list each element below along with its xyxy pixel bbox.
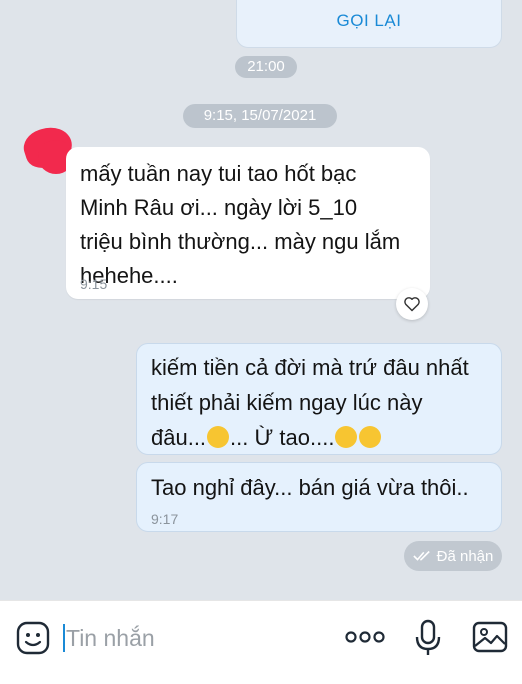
outgoing-message-text: kiếm tiền cả đời mà trứ đâu nhất thiết p…	[151, 350, 493, 455]
outgoing-message-text: Tao nghỉ đây... bán giá vừa thôi..	[151, 475, 469, 500]
outgoing-message-bubble[interactable]: Tao nghỉ đây... bán giá vừa thôi.. 9:17	[136, 462, 502, 532]
laughing-emoji-icon	[359, 426, 382, 448]
time-separator: 21:00	[235, 56, 297, 78]
image-icon[interactable]	[472, 621, 508, 653]
message-input-bar: Tin nhắn	[0, 600, 522, 684]
callback-card[interactable]: GỌI LẠI	[236, 0, 502, 48]
microphone-icon[interactable]	[414, 619, 442, 657]
date-separator: 9:15, 15/07/2021	[183, 104, 337, 128]
message-line: thiết phải kiếm ngay lúc này	[151, 390, 423, 415]
thinking-emoji-icon	[207, 426, 230, 448]
outgoing-message-bubble[interactable]: kiếm tiền cả đời mà trứ đâu nhất thiết p…	[136, 343, 502, 455]
react-button[interactable]	[396, 288, 428, 320]
input-placeholder: Tin nhắn	[66, 625, 155, 651]
heart-icon	[404, 297, 420, 312]
callback-button-label[interactable]: GỌI LẠI	[237, 11, 501, 31]
incoming-message-text: mấy tuần nay tui tao hốt bạc Minh Râu ơi…	[80, 157, 418, 293]
message-line: Minh Râu ơi... ngày lời 5_10	[80, 195, 358, 220]
rofl-emoji-icon	[335, 426, 358, 448]
text-caret	[63, 624, 65, 652]
more-icon[interactable]	[344, 629, 386, 645]
message-line: triệu bình thường... mày ngu lắm	[80, 229, 401, 254]
message-time: 9:15	[80, 276, 108, 292]
message-time: 9:17	[151, 511, 179, 527]
message-line: kiếm tiền cả đời mà trứ đâu nhất	[151, 355, 469, 380]
status-label: Đã nhận	[436, 547, 494, 565]
message-line: mấy tuần nay tui tao hốt bạc	[80, 161, 357, 186]
incoming-message-bubble[interactable]: mấy tuần nay tui tao hốt bạc Minh Râu ơi…	[66, 147, 430, 299]
message-input[interactable]: Tin nhắn	[63, 621, 326, 655]
delivery-status: Đã nhận	[404, 541, 502, 571]
double-check-icon	[412, 550, 430, 561]
message-line-with-emoji: đâu...... Ừ tao....	[151, 420, 493, 455]
emoji-icon[interactable]	[16, 621, 50, 655]
message-line: hehehe....	[80, 263, 178, 288]
